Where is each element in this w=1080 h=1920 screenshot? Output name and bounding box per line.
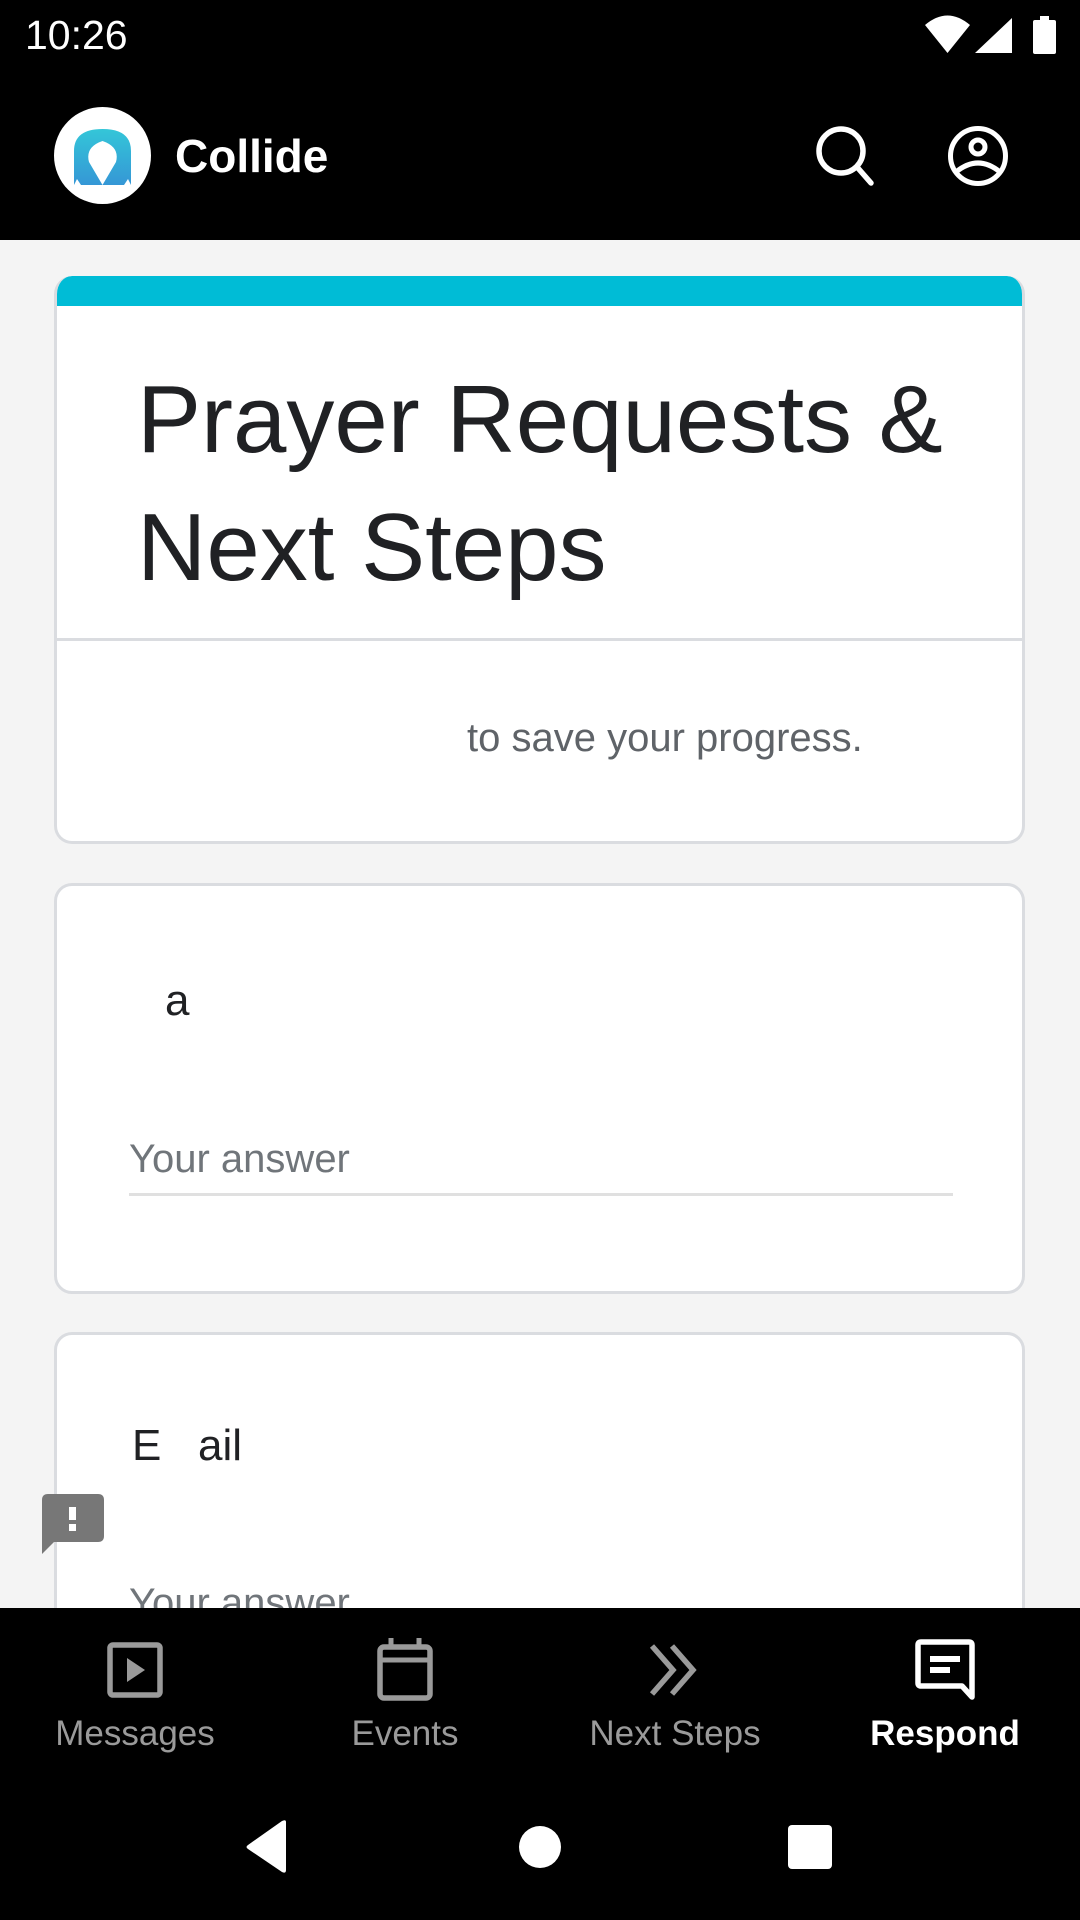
calendar-icon: [373, 1638, 437, 1702]
form-title: Prayer Requests & Next Steps: [137, 366, 943, 601]
home-circle-icon: [519, 1826, 561, 1868]
system-home-button[interactable]: [510, 1817, 570, 1877]
progress-note: to save your progress.: [467, 716, 863, 760]
system-recents-button[interactable]: [780, 1817, 840, 1877]
nav-label: Events: [351, 1714, 459, 1753]
collide-logo-icon: [74, 129, 131, 185]
answer-input[interactable]: [129, 1570, 953, 1608]
nav-item-messages[interactable]: Messages: [0, 1608, 270, 1784]
nav-item-events[interactable]: Events: [270, 1608, 540, 1784]
form-header-card: Prayer Requests & Next Steps to save you…: [54, 276, 1025, 844]
status-bar: 10:26: [0, 0, 1080, 72]
question-card: a: [54, 883, 1025, 1294]
system-back-button[interactable]: [236, 1814, 296, 1880]
nav-label: Messages: [55, 1714, 215, 1753]
answer-input[interactable]: [129, 1126, 953, 1196]
question-card: E ail: [54, 1332, 1025, 1608]
accent-band: [57, 276, 1022, 306]
question-label: E ail: [132, 1421, 243, 1470]
play-box-icon: [103, 1638, 167, 1702]
message-text-icon: [913, 1638, 977, 1702]
divider: [57, 638, 1022, 641]
search-icon: [816, 126, 874, 186]
collide-logo[interactable]: [54, 107, 151, 204]
nav-label: Respond: [870, 1714, 1020, 1753]
status-icons: [925, 15, 1056, 54]
recents-square-icon: [788, 1825, 832, 1869]
feedback-icon: [42, 1494, 104, 1554]
search-button[interactable]: [806, 116, 886, 196]
back-triangle-icon: [246, 1820, 286, 1873]
nav-label: Next Steps: [589, 1714, 761, 1753]
app-title: Collide: [175, 130, 329, 182]
nav-item-next-steps[interactable]: Next Steps: [540, 1608, 810, 1784]
cell-signal-icon: [975, 18, 1012, 53]
double-chevron-right-icon: [643, 1638, 707, 1702]
feedback-button[interactable]: [42, 1494, 104, 1554]
battery-icon: [1033, 16, 1056, 54]
bottom-nav: Messages Events Next Steps Respond: [0, 1608, 1080, 1784]
question-label: a: [165, 976, 190, 1025]
app-bar: Collide: [0, 72, 1080, 240]
form-content[interactable]: Prayer Requests & Next Steps to save you…: [0, 240, 1080, 1608]
nav-item-respond[interactable]: Respond: [810, 1608, 1080, 1784]
account-button[interactable]: [938, 116, 1018, 196]
system-nav-bar: [0, 1784, 1080, 1920]
wifi-icon: [925, 15, 970, 53]
account-circle-icon: [948, 126, 1008, 186]
